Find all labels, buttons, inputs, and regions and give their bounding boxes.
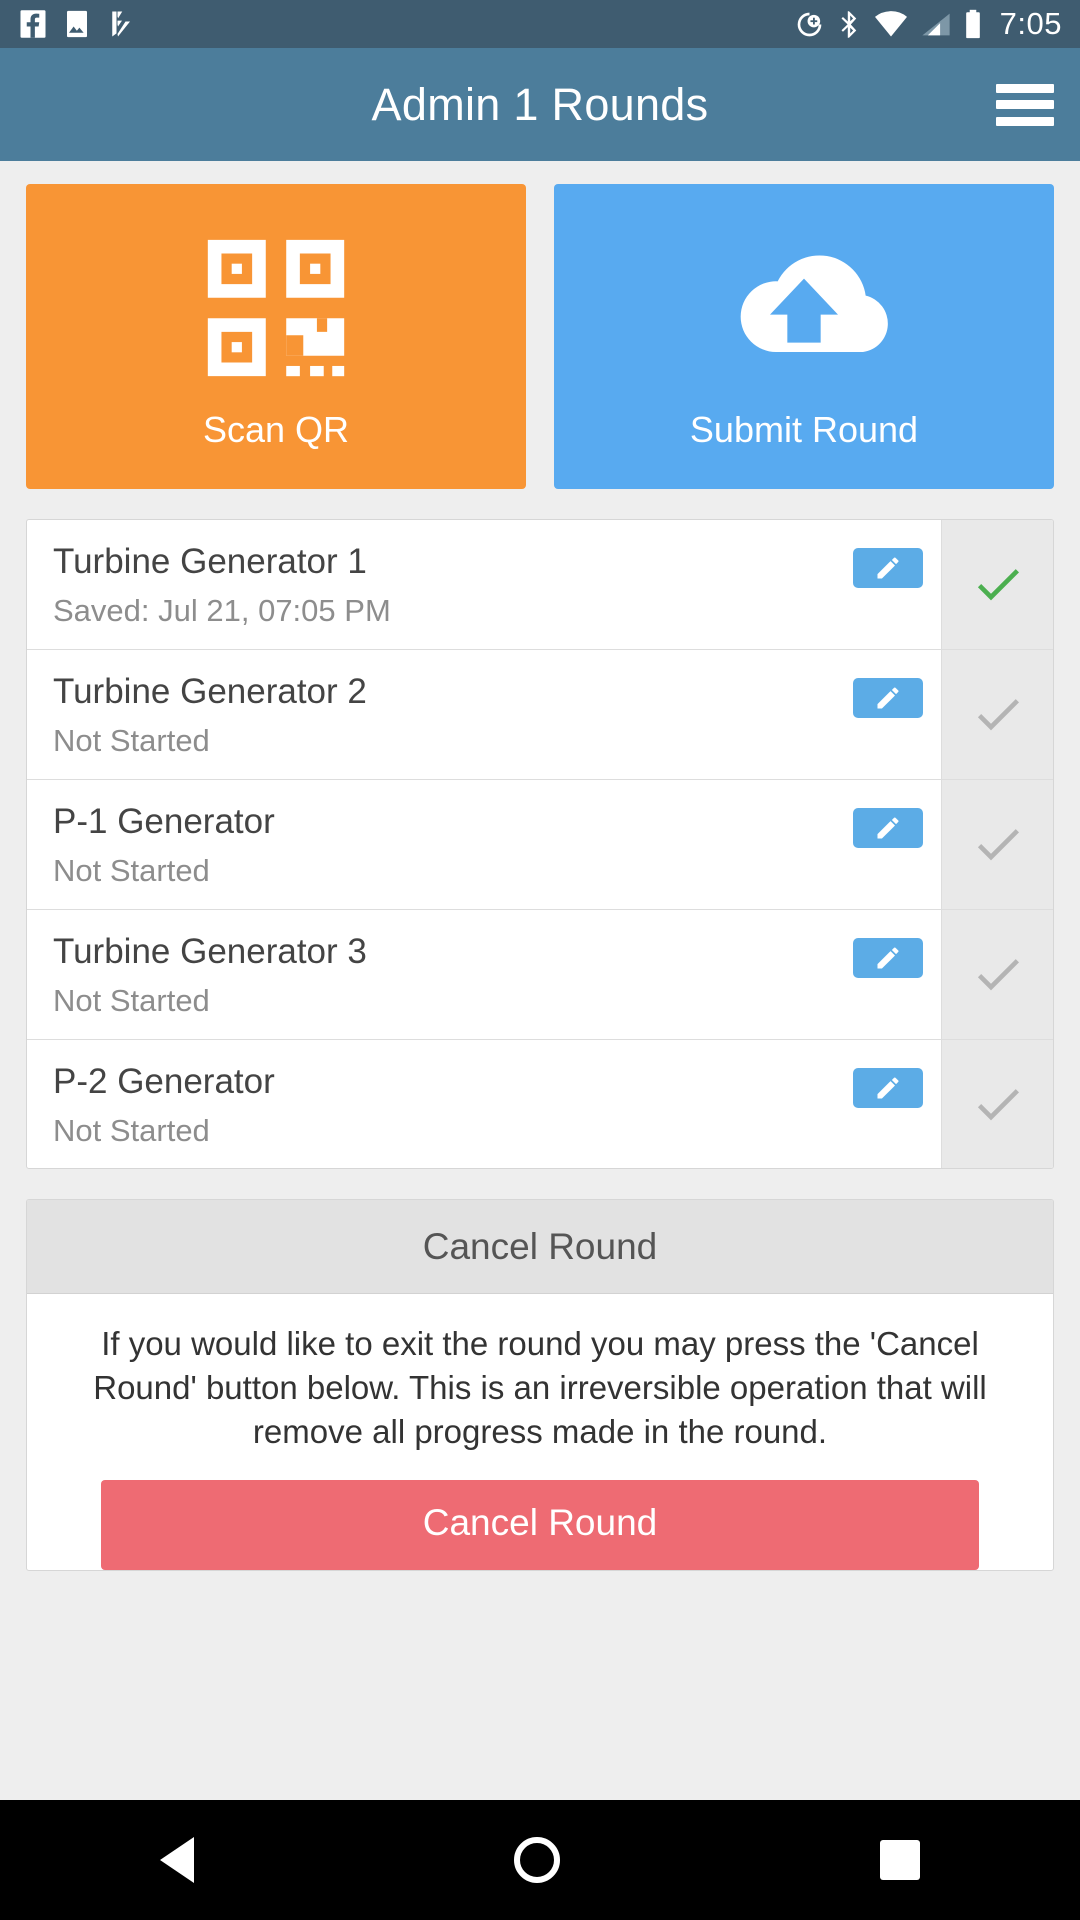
round-complete-cell[interactable] — [941, 909, 1053, 1039]
photos-icon — [67, 10, 87, 38]
pencil-edit-icon[interactable] — [853, 807, 923, 848]
round-title: Turbine Generator 3 — [53, 931, 367, 971]
checkmark-icon — [977, 829, 1019, 861]
content-area: Scan QR Submit Round Turbine Generator 1 — [0, 161, 1080, 1800]
round-complete-cell[interactable] — [941, 649, 1053, 779]
round-row-content[interactable]: Turbine Generator 1 Saved: Jul 21, 07:05… — [27, 520, 941, 649]
status-bar-clock: 7:05 — [999, 6, 1062, 41]
checkmark-icon — [977, 1089, 1019, 1121]
facebook-icon — [20, 10, 46, 38]
android-nav-bar — [0, 1800, 1080, 1920]
scan-qr-button[interactable]: Scan QR — [26, 184, 526, 489]
wifi-icon — [874, 10, 907, 37]
round-row-content[interactable]: P-1 Generator Not Started — [27, 780, 941, 909]
status-bar-system-icons: 7:05 — [795, 6, 1062, 42]
scan-qr-label: Scan QR — [202, 408, 350, 450]
round-status: Not Started — [53, 853, 210, 889]
round-row-texts: Turbine Generator 3 Not Started — [53, 932, 853, 1019]
hamburger-menu-icon[interactable] — [996, 83, 1054, 126]
pencil-edit-icon[interactable] — [853, 548, 923, 588]
round-complete-cell[interactable] — [941, 520, 1053, 649]
checkmark-icon — [977, 569, 1019, 601]
round-status: Saved: Jul 21, 07:05 PM — [53, 593, 391, 629]
phone-screen: 7:05 Admin 1 Rounds Scan QR Submit Round… — [0, 0, 1080, 1920]
checkmark-icon — [977, 959, 1019, 991]
round-complete-cell[interactable] — [941, 1039, 1053, 1169]
battery-icon — [965, 9, 980, 39]
recents-nav-button[interactable] — [880, 1840, 920, 1880]
round-row-content[interactable]: Turbine Generator 3 Not Started — [27, 910, 941, 1039]
round-row-texts: Turbine Generator 2 Not Started — [53, 672, 853, 759]
round-row-texts: P-2 Generator Not Started — [53, 1062, 853, 1149]
status-bar: 7:05 — [0, 0, 1080, 48]
cellular-signal-icon — [922, 13, 950, 35]
page-title: Admin 1 Rounds — [371, 78, 709, 130]
table-row[interactable]: P-1 Generator Not Started — [27, 779, 1053, 910]
checkmark-icon — [977, 699, 1019, 731]
pencil-edit-icon[interactable] — [853, 937, 923, 978]
round-status: Not Started — [53, 1112, 210, 1148]
bluetooth-icon — [841, 10, 856, 38]
cancel-round-button[interactable]: Cancel Round — [101, 1480, 979, 1571]
rounds-list: Turbine Generator 1 Saved: Jul 21, 07:05… — [26, 519, 1054, 1170]
app-bar: Admin 1 Rounds — [0, 48, 1080, 161]
round-title: P-1 Generator — [53, 801, 275, 841]
pencil-edit-icon[interactable] — [853, 1067, 923, 1108]
table-row[interactable]: Turbine Generator 1 Saved: Jul 21, 07:05… — [27, 520, 1053, 650]
round-row-content[interactable]: Turbine Generator 2 Not Started — [27, 650, 941, 779]
round-title: Turbine Generator 2 — [53, 671, 367, 711]
status-bar-notification-icons — [18, 9, 136, 39]
submit-round-button[interactable]: Submit Round — [554, 184, 1054, 489]
cancel-round-panel: Cancel Round If you would like to exit t… — [26, 1199, 1054, 1572]
round-status: Not Started — [53, 982, 210, 1018]
cancel-round-heading: Cancel Round — [27, 1200, 1053, 1295]
round-row-texts: P-1 Generator Not Started — [53, 802, 853, 889]
qr-code-icon — [201, 223, 351, 393]
location-add-icon — [797, 12, 821, 36]
table-row[interactable]: Turbine Generator 3 Not Started — [27, 909, 1053, 1040]
round-row-texts: Turbine Generator 1 Saved: Jul 21, 07:05… — [53, 542, 853, 629]
cloud-upload-icon — [704, 223, 904, 393]
round-complete-cell[interactable] — [941, 779, 1053, 909]
action-tiles: Scan QR Submit Round — [0, 161, 1080, 489]
submit-round-label: Submit Round — [689, 408, 919, 450]
cancel-round-body: If you would like to exit the round you … — [27, 1294, 1053, 1571]
round-status: Not Started — [53, 723, 210, 759]
round-title: Turbine Generator 1 — [53, 542, 367, 581]
home-nav-button[interactable] — [514, 1837, 560, 1883]
cancel-round-description: If you would like to exit the round you … — [93, 1325, 987, 1451]
pencil-edit-icon[interactable] — [853, 677, 923, 718]
table-row[interactable]: P-2 Generator Not Started — [27, 1039, 1053, 1169]
table-row[interactable]: Turbine Generator 2 Not Started — [27, 649, 1053, 780]
checkmark-app-icon — [112, 11, 130, 37]
round-title: P-2 Generator — [53, 1061, 275, 1101]
back-nav-button[interactable] — [160, 1837, 194, 1883]
round-row-content[interactable]: P-2 Generator Not Started — [27, 1040, 941, 1169]
